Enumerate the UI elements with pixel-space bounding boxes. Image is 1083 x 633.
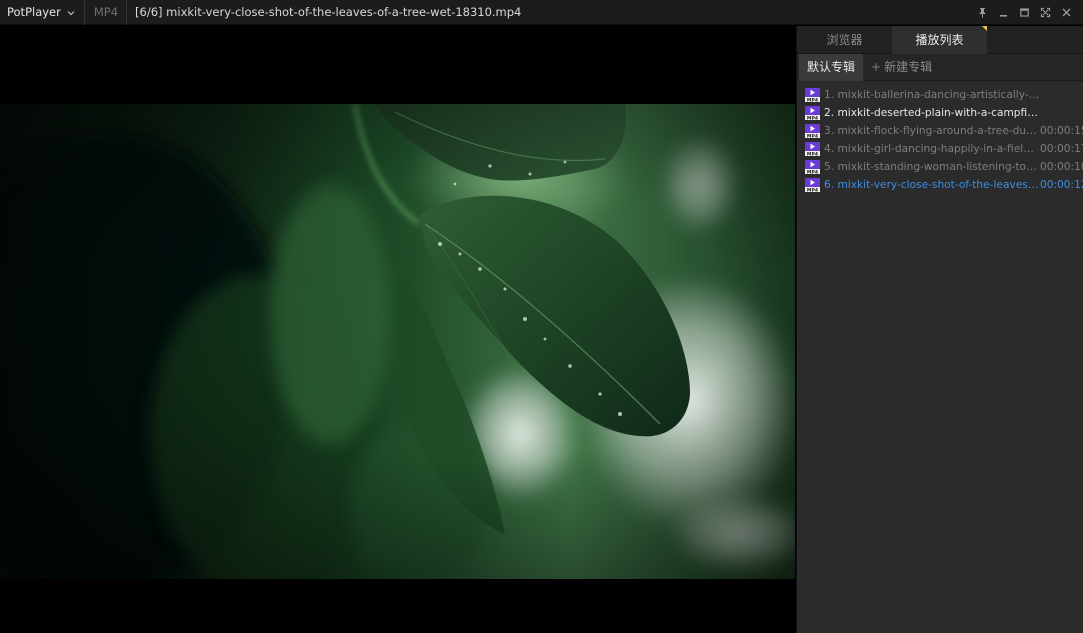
chevron-down-icon <box>66 7 76 17</box>
playlist-item-duration: 00:00:12 <box>1040 179 1083 191</box>
playlist-item-duration: 00:00:10 <box>1040 161 1083 173</box>
panel-tabs: 浏览器 播放列表 <box>797 26 1083 54</box>
album-tab-default[interactable]: 默认专辑 <box>799 54 864 81</box>
format-label: MP4 <box>93 5 119 19</box>
playlist-item-duration: 00:00:17 <box>1040 143 1083 155</box>
playlist-item[interactable]: MP4 3. mixkit-flock-flying-around-a-tree… <box>797 122 1083 140</box>
playlist-item-playing[interactable]: MP4 6. mixkit-very-close-shot-of-the-lea… <box>797 176 1083 194</box>
svg-text:MP4: MP4 <box>807 115 818 120</box>
video-frame <box>0 104 795 579</box>
maximize-icon <box>1020 8 1029 17</box>
video-viewport[interactable] <box>0 26 795 633</box>
playlist-item[interactable]: MP4 1. mixkit-ballerina-dancing-artistic… <box>797 86 1083 104</box>
fullscreen-icon <box>1040 7 1051 18</box>
playlist-item-title: 1. mixkit-ballerina-dancing-artistically… <box>824 89 1040 101</box>
svg-text:MP4: MP4 <box>807 151 818 156</box>
playlist-item-title: 5. mixkit-standing-woman-listening-to-m.… <box>824 161 1040 173</box>
playlist-item-title: 4. mixkit-girl-dancing-happily-in-a-fiel… <box>824 143 1040 155</box>
app-menu-button[interactable]: PotPlayer <box>0 0 84 25</box>
close-button[interactable] <box>1056 0 1077 25</box>
new-album-label: 新建专辑 <box>884 60 933 74</box>
playlist-item[interactable]: MP4 2. mixkit-deserted-plain-with-a-camp… <box>797 104 1083 122</box>
new-album-button[interactable]: + 新建专辑 <box>863 54 940 81</box>
close-icon <box>1062 8 1071 17</box>
mp4-file-icon: MP4 <box>805 178 820 192</box>
mp4-file-icon: MP4 <box>805 160 820 174</box>
playlist-item-duration: 00:00:15 <box>1040 125 1083 137</box>
plus-icon: + <box>871 60 882 74</box>
mp4-file-icon: MP4 <box>805 106 820 120</box>
mp4-file-icon: MP4 <box>805 142 820 156</box>
pin-button[interactable] <box>972 0 993 25</box>
minimize-button[interactable] <box>993 0 1014 25</box>
playlist-item-title: 6. mixkit-very-close-shot-of-the-leaves-… <box>824 179 1040 191</box>
app-name: PotPlayer <box>7 5 61 19</box>
pin-icon <box>979 8 986 18</box>
title-bar[interactable]: PotPlayer MP4 [6/6] mixkit-very-close-sh… <box>0 0 1083 25</box>
minimize-icon <box>1000 15 1007 17</box>
playlist-item-title: 2. mixkit-deserted-plain-with-a-campfire… <box>824 107 1040 119</box>
svg-text:MP4: MP4 <box>807 133 818 138</box>
playlist-item[interactable]: MP4 5. mixkit-standing-woman-listening-t… <box>797 158 1083 176</box>
mp4-file-icon: MP4 <box>805 88 820 102</box>
svg-text:MP4: MP4 <box>807 97 818 102</box>
potplayer-window: PotPlayer MP4 [6/6] mixkit-very-close-sh… <box>0 0 1083 633</box>
playlist-item-title: 3. mixkit-flock-flying-around-a-tree-dur… <box>824 125 1040 137</box>
playlist-panel: 浏览器 播放列表 默认专辑 + 新建专辑 MP4 1. mixkit-baller… <box>796 26 1083 633</box>
window-controls <box>972 0 1077 25</box>
svg-text:MP4: MP4 <box>807 169 818 174</box>
maximize-button[interactable] <box>1014 0 1035 25</box>
tab-browser[interactable]: 浏览器 <box>797 26 892 54</box>
playlist: MP4 1. mixkit-ballerina-dancing-artistic… <box>797 86 1083 194</box>
mp4-file-icon: MP4 <box>805 124 820 138</box>
album-tabs: 默认专辑 + 新建专辑 <box>797 54 1083 81</box>
svg-text:MP4: MP4 <box>807 187 818 192</box>
window-title: [6/6] mixkit-very-close-shot-of-the-leav… <box>135 5 522 19</box>
playlist-item[interactable]: MP4 4. mixkit-girl-dancing-happily-in-a-… <box>797 140 1083 158</box>
fullscreen-button[interactable] <box>1035 0 1056 25</box>
tab-playlist[interactable]: 播放列表 <box>892 26 987 54</box>
